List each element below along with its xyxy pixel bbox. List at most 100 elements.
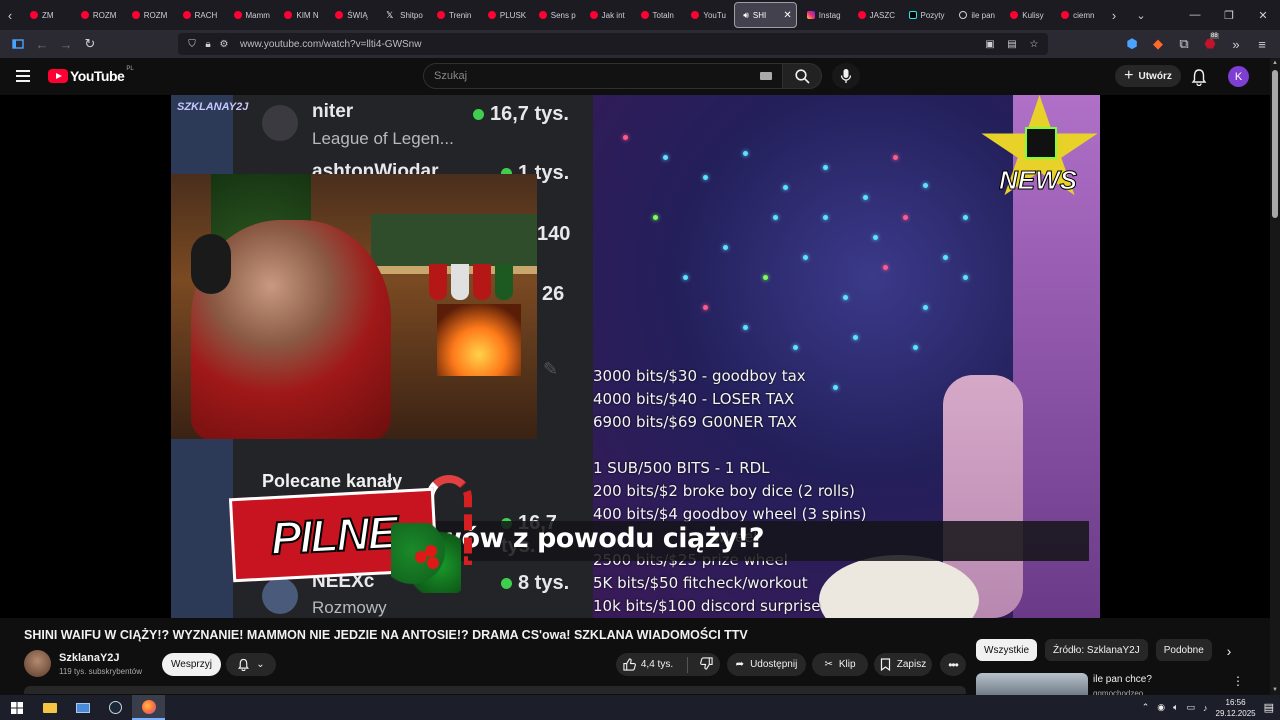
close-tab-icon[interactable]: ✕: [783, 10, 791, 21]
sidebar-toggle-icon[interactable]: [6, 32, 30, 56]
browser-tab[interactable]: Totaln: [633, 2, 682, 28]
account-avatar[interactable]: K: [1228, 66, 1249, 87]
clock[interactable]: 16:56 29.12.2025: [1216, 697, 1256, 719]
browser-tab[interactable]: 𝕏 Shitpo: [378, 2, 427, 28]
back-icon[interactable]: ←: [30, 32, 54, 56]
browser-tab[interactable]: PLUSK: [480, 2, 529, 28]
video-frame[interactable]: SZKLANAY2J niter League of Legen... 16,7…: [171, 95, 1100, 618]
address-bar[interactable]: ⛉ 🔒︎ ⚙ www.youtube.com/watch?v=llti4-GWS…: [178, 33, 1048, 55]
chevron-down-icon: ⌄: [256, 659, 265, 670]
chips-next-icon[interactable]: ›: [1219, 641, 1239, 661]
scrollbar-thumb[interactable]: [1272, 70, 1278, 218]
recommended-video-title[interactable]: ile pan chce?: [1093, 674, 1152, 685]
reload-icon[interactable]: ↻: [78, 32, 102, 56]
search-input[interactable]: Szukaj: [423, 63, 783, 89]
like-button[interactable]: 4,4 tys.: [623, 658, 673, 671]
notifications-icon[interactable]: ▤: [1264, 701, 1274, 714]
share-button[interactable]: ➦ Udostępnij: [727, 653, 806, 676]
channel-name[interactable]: SzklanaY2J: [59, 652, 120, 664]
notifications-bell-icon[interactable]: [1190, 68, 1208, 87]
browser-tab[interactable]: Pozyty: [901, 2, 950, 28]
subscription-bell-button[interactable]: ⌄: [226, 653, 276, 676]
browser-tab[interactable]: Jak int: [582, 2, 631, 28]
scroll-up-icon[interactable]: ▲: [1272, 60, 1278, 66]
recommended-video-menu-icon[interactable]: ⋮: [1232, 674, 1244, 688]
monitor-icon[interactable]: ▭: [1187, 702, 1196, 713]
speaker-icon[interactable]: 🔈︎: [1173, 702, 1178, 713]
browser-tab[interactable]: JASZC: [850, 2, 899, 28]
dislike-button[interactable]: [700, 656, 713, 673]
browser-tab[interactable]: ROZM: [73, 2, 122, 28]
recommended-video-thumbnail[interactable]: [976, 673, 1088, 697]
string-light: [743, 151, 748, 156]
extensions-icon[interactable]: ⧉: [1172, 32, 1196, 56]
string-light: [903, 215, 908, 220]
ublock-icon[interactable]: ⬣ 88: [1198, 32, 1222, 56]
browser-tab[interactable]: Trenin: [429, 2, 478, 28]
string-light: [653, 215, 658, 220]
forward-icon[interactable]: →: [54, 32, 78, 56]
browser-tab[interactable]: ROZM: [124, 2, 173, 28]
shield-icon[interactable]: ⛉: [184, 39, 200, 50]
search-button[interactable]: [782, 63, 822, 89]
windows-start-icon[interactable]: [0, 695, 33, 720]
speaker-icon[interactable]: 🔊︎: [743, 10, 749, 21]
keyboard-icon[interactable]: [760, 72, 772, 80]
browser-tab[interactable]: ciemn: [1053, 2, 1102, 28]
tabs-scroll-left-icon[interactable]: ‹: [0, 0, 20, 30]
network-icon[interactable]: ◉: [1157, 702, 1165, 713]
video-player[interactable]: SZKLANAY2J niter League of Legen... 16,7…: [0, 95, 1270, 618]
browser-tab[interactable]: Sens p: [531, 2, 580, 28]
browser-tab[interactable]: Instag: [799, 2, 848, 28]
tab-label: YouTu: [703, 10, 726, 20]
browser-tab[interactable]: ile pan: [951, 2, 1000, 28]
filter-chip[interactable]: Wszystkie: [976, 639, 1037, 661]
reader-view-icon[interactable]: ▤: [1004, 39, 1020, 50]
computer-icon[interactable]: [66, 695, 99, 720]
filter-chip[interactable]: Podobne: [1155, 639, 1212, 661]
maximize-icon[interactable]: ❐: [1212, 9, 1246, 22]
browser-tab[interactable]: ZM: [22, 2, 71, 28]
voice-search-button[interactable]: [832, 63, 860, 89]
browser-tab[interactable]: Mamm: [226, 2, 275, 28]
stocking-image: [451, 264, 469, 300]
browser-tab[interactable]: YouTu: [683, 2, 732, 28]
clip-button[interactable]: ✂ Klip: [812, 653, 868, 676]
close-window-icon[interactable]: ✕: [1246, 9, 1280, 22]
page-scrollbar[interactable]: ▲ ▼: [1270, 58, 1280, 695]
scroll-down-icon[interactable]: ▼: [1272, 687, 1278, 693]
browser-tab[interactable]: ŚWIĄ: [327, 2, 376, 28]
minimize-icon[interactable]: —: [1178, 9, 1212, 21]
description-box[interactable]: [24, 686, 966, 694]
filter-chip[interactable]: Źródło: SzklanaY2J: [1045, 639, 1148, 661]
guide-menu-icon[interactable]: [16, 70, 30, 82]
permissions-icon[interactable]: ⚙: [216, 39, 232, 50]
overflow-chevrons-icon[interactable]: »: [1224, 32, 1248, 56]
support-button[interactable]: Wesprzyj: [162, 653, 221, 676]
firefox-icon[interactable]: [132, 695, 165, 720]
browser-tab[interactable]: RACH: [175, 2, 224, 28]
browser-tab[interactable]: Kulisy: [1002, 2, 1051, 28]
more-actions-button[interactable]: •••: [940, 653, 966, 676]
tab-active[interactable]: 🔊︎ SHI ✕: [734, 2, 797, 28]
tab-list-dropdown-icon[interactable]: ⌄: [1124, 9, 1158, 22]
app-menu-icon[interactable]: ≡: [1250, 32, 1274, 56]
youtube-logo[interactable]: YouTube PL: [48, 66, 134, 84]
create-button[interactable]: + Utwórz: [1115, 65, 1181, 87]
volume-icon[interactable]: ♪: [1203, 703, 1208, 713]
vpn-shield-icon[interactable]: ⬢: [1120, 32, 1144, 56]
url-text[interactable]: www.youtube.com/watch?v=llti4-GWSnw: [240, 39, 421, 50]
lock-icon[interactable]: 🔒︎: [200, 39, 216, 50]
string-light: [803, 255, 808, 260]
channel-avatar[interactable]: [24, 650, 51, 677]
side-count: 26: [542, 283, 565, 305]
fox-extension-icon[interactable]: ◆: [1146, 32, 1170, 56]
file-explorer-icon[interactable]: [33, 695, 66, 720]
picture-in-picture-icon[interactable]: ▣: [982, 39, 998, 50]
save-button[interactable]: Zapisz: [874, 653, 932, 676]
steam-icon[interactable]: [99, 695, 132, 720]
tray-overflow-icon[interactable]: ⌃: [1142, 702, 1150, 713]
tabs-scroll-right-icon[interactable]: ›: [1104, 0, 1124, 30]
browser-tab[interactable]: KIM N: [276, 2, 325, 28]
bookmark-star-icon[interactable]: ☆: [1026, 39, 1042, 50]
